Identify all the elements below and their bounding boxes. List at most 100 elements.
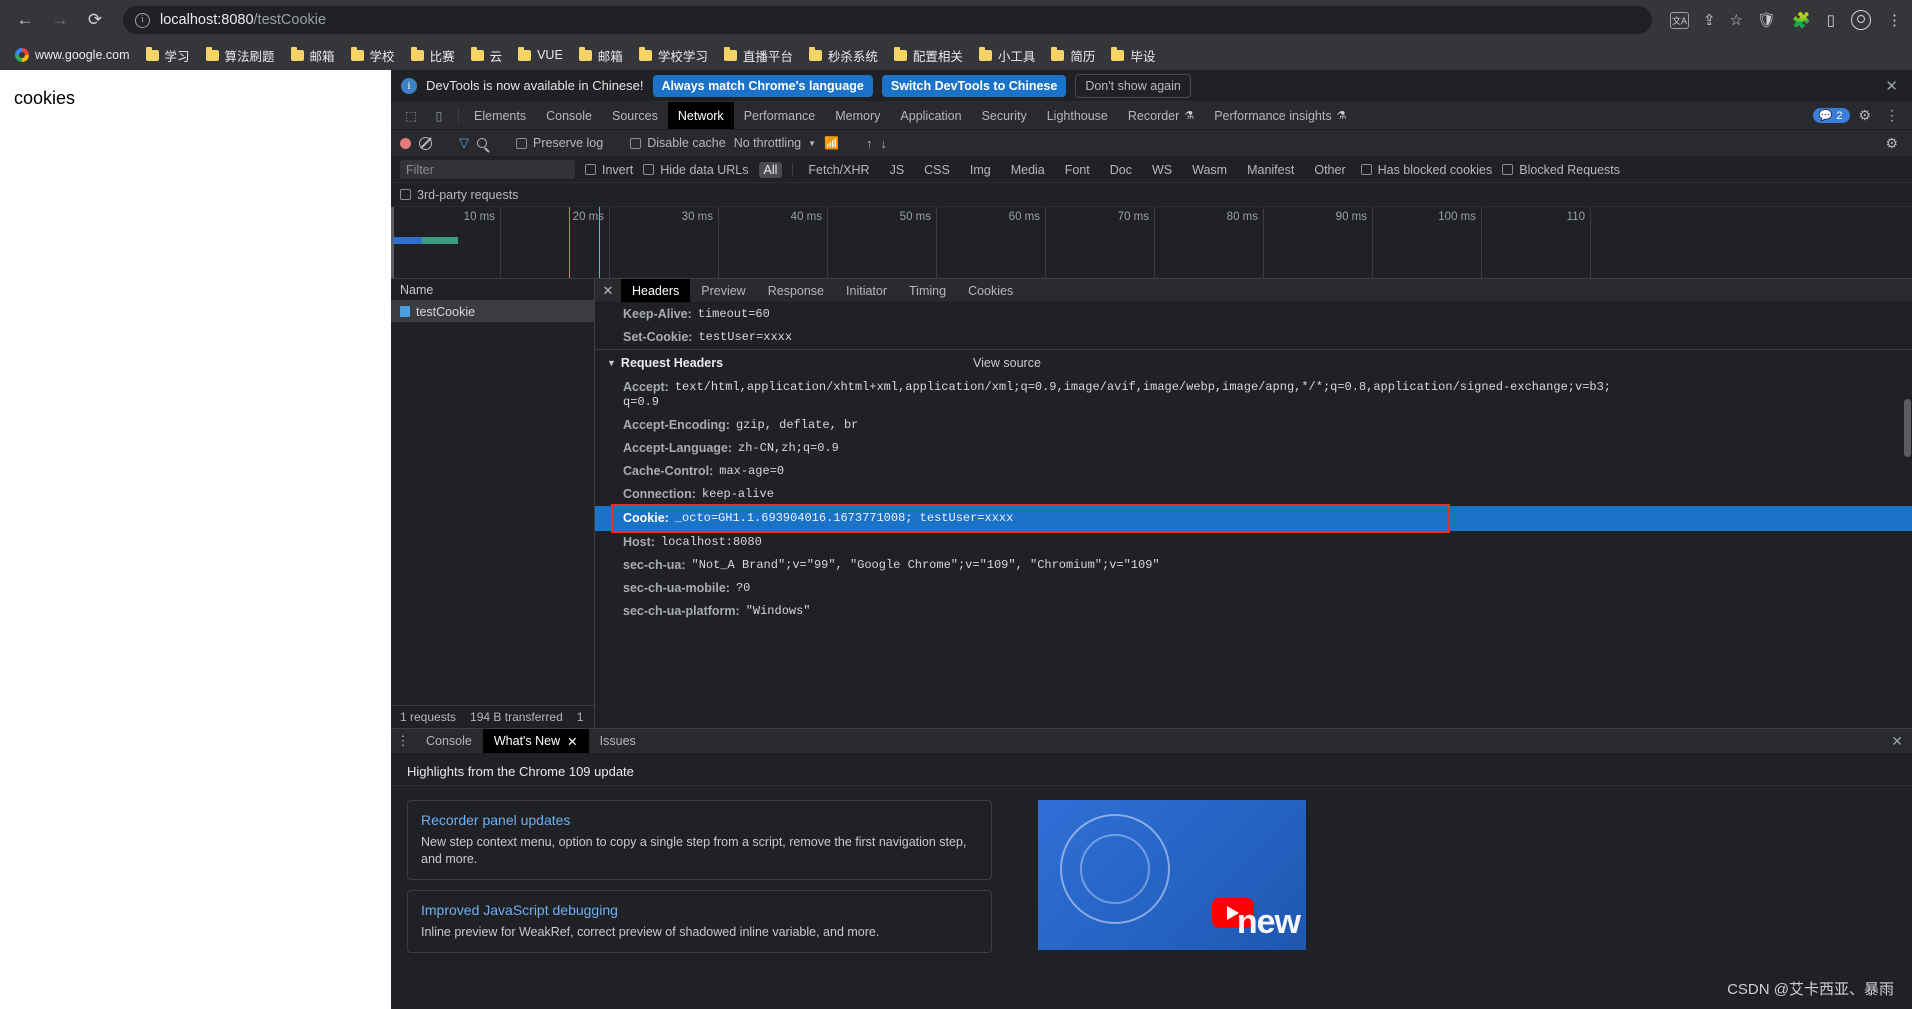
back-button[interactable]: ← — [10, 5, 40, 35]
tab-console[interactable]: Console — [536, 102, 602, 129]
import-har-icon[interactable]: ↑ — [866, 136, 873, 151]
close-banner-icon[interactable]: ✕ — [1885, 77, 1902, 95]
bookmark-item[interactable]: 邮箱 — [284, 43, 342, 68]
share-icon[interactable]: ⇪ — [1703, 13, 1716, 28]
export-har-icon[interactable]: ↓ — [880, 136, 887, 151]
bookmark-item[interactable]: 小工具 — [972, 43, 1043, 68]
resource-type-css[interactable]: CSS — [919, 162, 955, 178]
bookmark-item[interactable]: 学校学习 — [632, 43, 715, 68]
tab-lighthouse[interactable]: Lighthouse — [1037, 102, 1118, 129]
bookmark-item[interactable]: 邮箱 — [572, 43, 630, 68]
reload-button[interactable]: ⟳ — [80, 5, 110, 35]
disable-cache-checkbox[interactable]: Disable cache — [630, 136, 726, 150]
drawer-tab-console[interactable]: Console — [415, 729, 483, 753]
bookmark-item[interactable]: 配置相关 — [887, 43, 970, 68]
detail-tab-preview[interactable]: Preview — [690, 279, 756, 302]
bookmark-item[interactable]: 直播平台 — [717, 43, 800, 68]
resource-type-other[interactable]: Other — [1309, 162, 1350, 178]
drawer-tab-issues[interactable]: Issues — [589, 729, 647, 753]
whats-new-card[interactable]: Recorder panel updates New step context … — [407, 800, 992, 880]
detail-tab-cookies[interactable]: Cookies — [957, 279, 1024, 302]
resource-type-font[interactable]: Font — [1060, 162, 1095, 178]
bookmark-star-icon[interactable]: ☆ — [1730, 13, 1743, 28]
request-list-header[interactable]: Name — [391, 279, 594, 301]
blocked-requests-checkbox[interactable]: Blocked Requests — [1502, 163, 1620, 177]
network-settings-icon[interactable]: ⚙ — [1880, 135, 1903, 152]
side-panel-icon[interactable]: ▯ — [1827, 13, 1835, 28]
invert-checkbox[interactable]: Invert — [585, 163, 633, 177]
resource-type-all[interactable]: All — [758, 161, 783, 178]
chrome-menu-icon[interactable]: ⋮ — [1887, 13, 1902, 28]
has-blocked-cookies-checkbox[interactable]: Has blocked cookies — [1360, 163, 1492, 177]
detail-tab-response[interactable]: Response — [757, 279, 835, 302]
preserve-log-checkbox[interactable]: Preserve log — [516, 136, 603, 150]
detail-tab-initiator[interactable]: Initiator — [835, 279, 898, 302]
view-source-link[interactable]: View source — [973, 356, 1041, 370]
detail-tab-headers[interactable]: Headers — [621, 279, 691, 302]
resource-type-doc[interactable]: Doc — [1105, 162, 1137, 178]
filter-input[interactable] — [400, 160, 575, 179]
resource-type-js[interactable]: JS — [885, 162, 910, 178]
whats-new-card[interactable]: Improved JavaScript debugging Inline pre… — [407, 890, 992, 953]
tab-memory[interactable]: Memory — [825, 102, 890, 129]
tab-sources[interactable]: Sources — [602, 102, 668, 129]
drawer-tab-whats-new[interactable]: What's New ✕ — [482, 729, 589, 753]
switch-to-chinese-button[interactable]: Switch DevTools to Chinese — [881, 74, 1067, 97]
vpn-extension-icon[interactable]: 🛡 — [1757, 13, 1776, 28]
filter-funnel-icon[interactable]: ▽ — [459, 135, 469, 151]
request-headers-section-header[interactable]: ▼ Request Headers View source — [595, 349, 1912, 376]
site-info-icon[interactable]: i — [135, 12, 150, 28]
bookmark-item[interactable]: 毕设 — [1104, 43, 1162, 68]
bookmark-item[interactable]: 学习 — [139, 43, 197, 68]
devtools-more-icon[interactable]: ⋮ — [1879, 107, 1906, 124]
hide-data-urls-checkbox[interactable]: Hide data URLs — [643, 163, 749, 177]
card-title[interactable]: Recorder panel updates — [421, 812, 978, 828]
tab-recorder[interactable]: Recorder ⚗ — [1118, 102, 1204, 129]
tab-elements[interactable]: Elements — [464, 102, 536, 129]
resource-type-fetch-xhr[interactable]: Fetch/XHR — [803, 162, 874, 178]
network-conditions-icon[interactable]: 📶 — [824, 136, 839, 150]
close-tab-icon[interactable]: ✕ — [567, 734, 577, 749]
card-title[interactable]: Improved JavaScript debugging — [421, 902, 978, 918]
search-icon[interactable] — [477, 138, 487, 148]
resource-type-ws[interactable]: WS — [1147, 162, 1177, 178]
bookmark-item[interactable]: 比赛 — [404, 43, 462, 68]
forward-button[interactable]: → — [45, 5, 75, 35]
settings-gear-icon[interactable]: ⚙ — [1853, 107, 1876, 124]
tab-performance-insights[interactable]: Performance insights ⚗ — [1204, 102, 1356, 129]
close-drawer-icon[interactable]: ✕ — [1882, 729, 1912, 753]
throttling-select[interactable]: No throttling ▼ — [734, 136, 816, 150]
resource-type-media[interactable]: Media — [1006, 162, 1050, 178]
bookmark-item[interactable]: 简历 — [1044, 43, 1102, 68]
tab-application[interactable]: Application — [890, 102, 971, 129]
translate-icon[interactable]: 文A — [1669, 11, 1689, 29]
bookmark-item[interactable]: VUE — [511, 45, 570, 65]
tab-network[interactable]: Network — [667, 102, 734, 129]
dont-show-again-button[interactable]: Don't show again — [1075, 73, 1191, 98]
record-button-icon[interactable] — [400, 137, 411, 149]
close-detail-icon[interactable]: ✕ — [595, 279, 621, 302]
profile-avatar-icon[interactable] — [1851, 10, 1871, 30]
headers-scrollbar[interactable] — [1904, 399, 1911, 457]
detail-tab-timing[interactable]: Timing — [898, 279, 957, 302]
bookmark-item[interactable]: 学校 — [344, 43, 402, 68]
tab-performance[interactable]: Performance — [734, 102, 826, 129]
clear-network-log-icon[interactable] — [419, 136, 432, 150]
whats-new-video-thumbnail[interactable]: new — [1038, 800, 1306, 950]
tab-security[interactable]: Security — [972, 102, 1037, 129]
bookmark-item[interactable]: 秒杀系统 — [802, 43, 885, 68]
omnibox[interactable]: i localhost:8080/testCookie — [123, 6, 1652, 34]
always-match-language-button[interactable]: Always match Chrome's language — [652, 74, 873, 97]
message-count-badge[interactable]: 💬 2 — [1812, 108, 1851, 123]
resource-type-manifest[interactable]: Manifest — [1242, 162, 1299, 178]
network-overview-timeline[interactable]: 10 ms 20 ms 30 ms 40 ms 50 ms 60 ms 70 m… — [391, 207, 1912, 279]
request-row-testcookie[interactable]: testCookie — [391, 301, 594, 322]
device-toolbar-icon[interactable]: ▯ — [425, 102, 453, 129]
third-party-requests-checkbox[interactable]: 3rd-party requests — [400, 188, 518, 202]
bookmark-item[interactable]: www.google.com — [8, 45, 137, 65]
extensions-puzzle-icon[interactable]: 🧩 — [1792, 13, 1811, 28]
bookmark-item[interactable]: 算法刷题 — [199, 43, 282, 68]
resource-type-img[interactable]: Img — [965, 162, 996, 178]
resource-type-wasm[interactable]: Wasm — [1187, 162, 1232, 178]
drawer-more-icon[interactable]: ⋮ — [391, 729, 415, 753]
